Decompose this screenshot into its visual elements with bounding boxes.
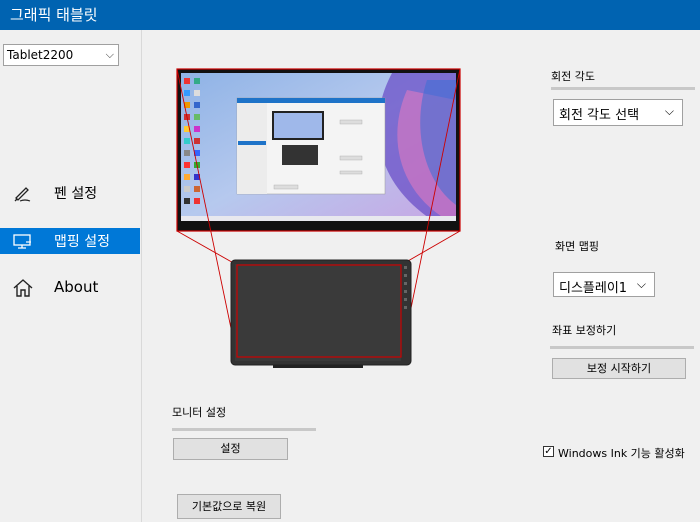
monitor-icon: [13, 234, 31, 249]
windows-ink-option[interactable]: ✓ Windows Ink 기능 활성화: [543, 446, 693, 460]
sidebar-item-label: 펜 설정: [54, 186, 98, 202]
monitor-preview: [176, 68, 461, 232]
sidebar-item-label: About: [54, 278, 99, 296]
monitor-settings-button[interactable]: 설정: [173, 438, 288, 460]
window-title: 그래픽 태블릿: [10, 6, 98, 24]
screen-mapping-label: 화면 맵핑: [555, 240, 599, 253]
device-select-value: Tablet2200: [7, 48, 74, 62]
sidebar: Tablet2200 ⌵ 펜 설정 맵핑 설정 About: [0, 30, 142, 522]
monitor-settings-label: 모니터 설정: [172, 406, 227, 419]
pen-icon: [14, 187, 31, 202]
monitor-settings-separator: [172, 428, 316, 431]
taskbar: [181, 216, 456, 221]
sidebar-item-pen-settings[interactable]: 펜 설정: [0, 180, 140, 206]
chevron-down-icon: ⌵: [105, 48, 114, 61]
app-window-thumbnail: [236, 97, 386, 195]
windows-ink-label: Windows Ink 기능 활성화: [558, 447, 685, 460]
start-calibration-button-label: 보정 시작하기: [586, 362, 652, 375]
tablet-preview: [230, 259, 412, 368]
start-calibration-button[interactable]: 보정 시작하기: [552, 358, 686, 379]
display-select-value: 디스플레이1: [559, 281, 628, 296]
rotation-select-value: 회전 각도 선택: [559, 108, 640, 123]
restore-defaults-button[interactable]: 기본값으로 복원: [177, 494, 281, 519]
monitor-settings-button-label: 설정: [220, 442, 241, 455]
calibration-separator: [550, 346, 694, 349]
chevron-down-icon: ⌵: [664, 104, 674, 118]
title-bar: 그래픽 태블릿: [0, 0, 700, 30]
calibration-label: 좌표 보정하기: [552, 324, 617, 337]
rotation-label: 회전 각도: [551, 70, 595, 83]
device-select[interactable]: Tablet2200 ⌵: [3, 44, 119, 66]
display-select[interactable]: 디스플레이1 ⌵: [553, 272, 655, 297]
sidebar-item-about[interactable]: About: [0, 275, 140, 301]
sidebar-item-mapping-settings[interactable]: 맵핑 설정: [0, 228, 140, 254]
restore-defaults-button-label: 기본값으로 복원: [191, 500, 267, 513]
sidebar-item-label: 맵핑 설정: [54, 234, 110, 250]
home-icon: [13, 279, 33, 297]
windows-ink-checkbox[interactable]: ✓: [543, 446, 554, 457]
mapping-illustration: [176, 68, 461, 368]
chevron-down-icon: ⌵: [636, 277, 646, 291]
rotation-select[interactable]: 회전 각도 선택 ⌵: [553, 99, 683, 126]
rotation-separator: [551, 87, 695, 90]
